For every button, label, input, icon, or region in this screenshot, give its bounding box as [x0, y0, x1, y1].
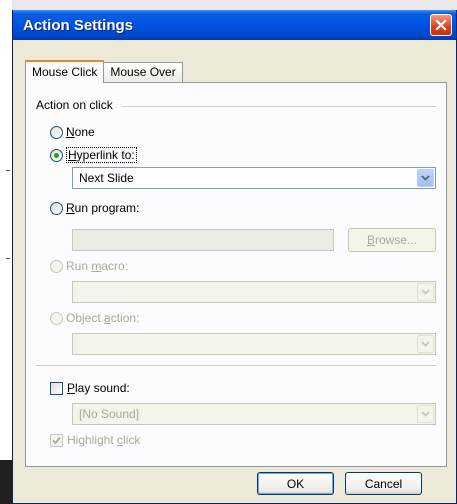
radio-run-program-circle[interactable]	[50, 201, 63, 215]
radio-none-label: None	[66, 125, 95, 139]
radio-run-program-label: Run program:	[66, 201, 140, 215]
cancel-button[interactable]: Cancel	[345, 472, 422, 495]
hyperlink-select-value: Next Slide	[79, 171, 134, 185]
highlight-click-label: Highlight click	[67, 433, 141, 447]
run-macro-select[interactable]	[72, 281, 436, 303]
browse-button[interactable]: Browse...	[348, 228, 436, 252]
radio-none[interactable]: None	[50, 125, 95, 139]
run-program-input[interactable]	[72, 229, 334, 251]
close-icon	[435, 19, 447, 31]
browse-button-label: Browse...	[366, 233, 418, 247]
radio-hyperlink-circle[interactable]	[50, 148, 63, 162]
background-slide-edge	[0, 0, 12, 504]
close-button[interactable]	[430, 14, 452, 36]
sound-select-dropdown[interactable]	[417, 405, 434, 423]
object-action-select-dropdown[interactable]	[417, 335, 434, 353]
title-bar[interactable]: Action Settings	[13, 10, 456, 40]
radio-hyperlink[interactable]: Hyperlink to:	[50, 147, 137, 163]
chevron-down-icon	[421, 175, 430, 181]
dialog-title: Action Settings	[23, 16, 134, 34]
radio-run-macro-circle[interactable]	[50, 259, 63, 273]
play-sound-checkbox[interactable]: Play sound:	[50, 381, 130, 395]
radio-hyperlink-label: Hyperlink to:	[66, 147, 137, 163]
tab-strip: Mouse Click Mouse Over	[25, 60, 183, 83]
hyperlink-select-dropdown[interactable]	[417, 169, 434, 187]
tab-panel: Action on click None Hyperlink to: Next …	[25, 82, 447, 467]
action-settings-dialog: Action Settings Mouse Click Mouse Over A…	[12, 10, 457, 504]
play-sound-label: Play sound:	[67, 381, 130, 395]
highlight-click-checkbox-box[interactable]	[50, 433, 63, 447]
run-macro-select-dropdown[interactable]	[417, 283, 434, 301]
radio-run-macro-label: Run macro:	[66, 259, 129, 273]
section-divider	[36, 365, 436, 366]
object-action-select[interactable]	[72, 333, 436, 355]
sound-select-value: [No Sound]	[79, 407, 140, 421]
background-top-edge	[0, 0, 457, 10]
sound-select[interactable]: [No Sound]	[72, 403, 436, 425]
checkmark-icon	[52, 436, 61, 444]
chevron-down-icon	[421, 289, 430, 295]
background-tick	[6, 258, 10, 259]
radio-run-macro[interactable]: Run macro:	[50, 259, 128, 273]
highlight-click-checkbox[interactable]: Highlight click	[50, 433, 140, 447]
radio-object-action-circle[interactable]	[50, 311, 63, 325]
tab-mouse-over[interactable]: Mouse Over	[103, 62, 183, 82]
background-tick	[6, 170, 10, 171]
radio-object-action[interactable]: Object action:	[50, 311, 139, 325]
chevron-down-icon	[421, 411, 430, 417]
radio-none-circle[interactable]	[50, 125, 63, 139]
radio-run-program[interactable]: Run program:	[50, 201, 139, 215]
ok-button[interactable]: OK	[257, 472, 334, 495]
background-dark-area	[0, 460, 12, 504]
tab-mouse-click[interactable]: Mouse Click	[25, 60, 105, 83]
play-sound-checkbox-box[interactable]	[50, 381, 63, 395]
group-divider	[122, 106, 436, 107]
group-label-action-on-click: Action on click	[36, 98, 117, 112]
hyperlink-select[interactable]: Next Slide	[72, 167, 436, 189]
radio-object-action-label: Object action:	[66, 311, 140, 325]
chevron-down-icon	[421, 341, 430, 347]
